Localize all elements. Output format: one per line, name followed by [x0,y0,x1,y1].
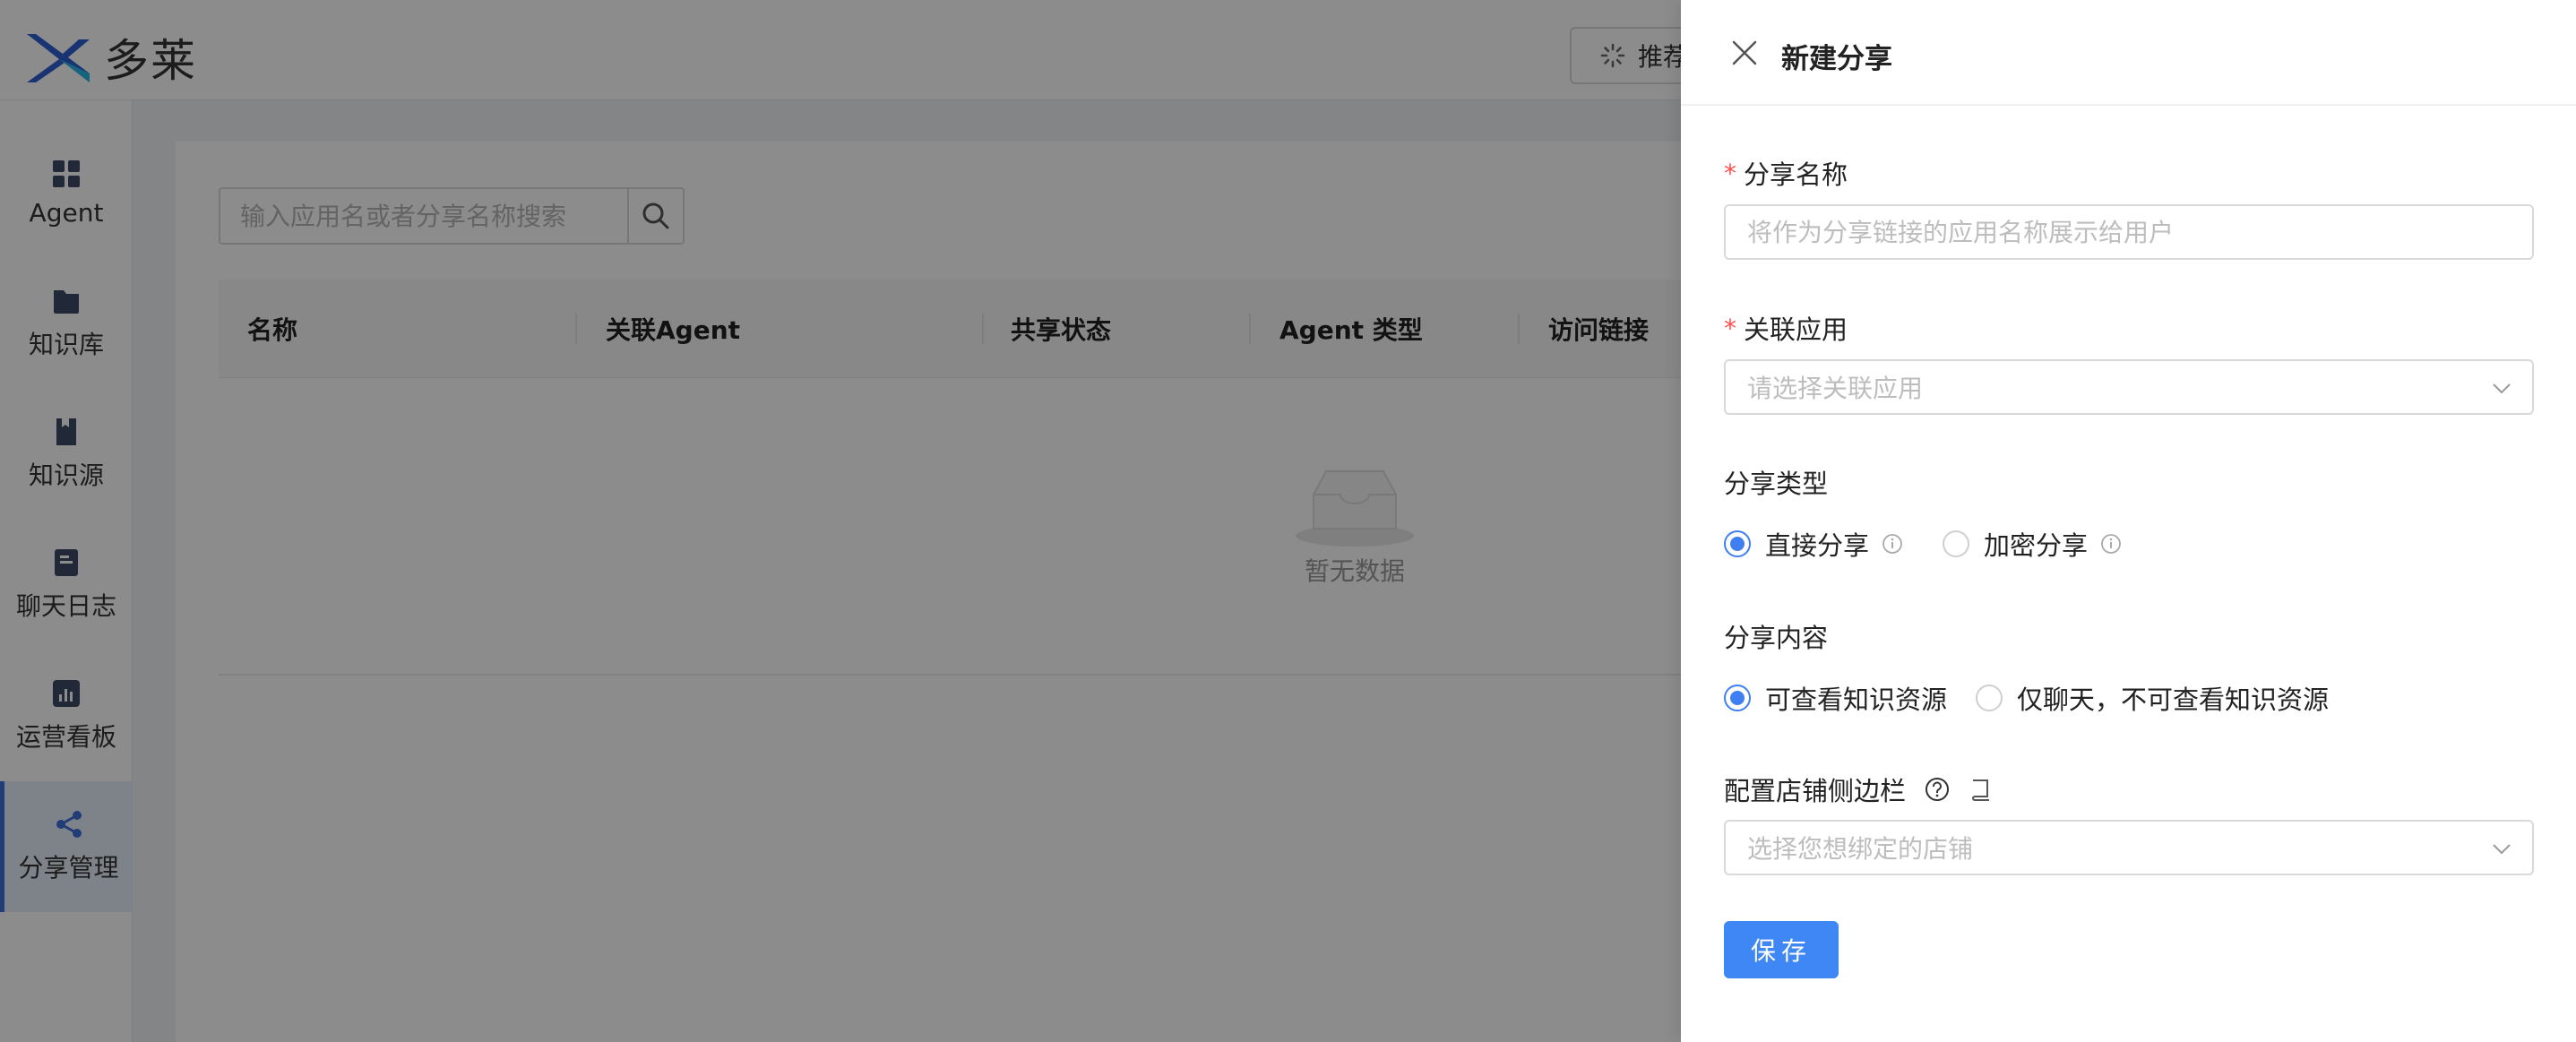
chevron-down-icon [2493,383,2511,394]
radio-view-knowledge[interactable] [1724,685,1751,711]
radio-chat-only[interactable] [1976,685,2003,711]
linked-app-label-row: * 关联应用 [1724,309,1848,347]
close-icon[interactable] [1729,38,1760,68]
share-content-radio-group: 可查看知识资源 仅聊天，不可查看知识资源 [1724,679,2341,717]
share-content-label-row: 分享内容 [1724,617,1828,655]
radio-encrypted-share[interactable] [1943,530,1970,557]
share-name-label: 分享名称 [1744,159,1848,190]
share-name-label-row: * 分享名称 [1724,154,1848,192]
radio-chat-only-label[interactable]: 仅聊天，不可查看知识资源 [2017,679,2329,717]
radio-view-knowledge-label[interactable]: 可查看知识资源 [1765,679,1947,717]
app-root: 多莱 推荐 Agent 知识库 知识源 聊天日志 运营看板 分享管理 输入应用名… [0,0,2576,1042]
linked-app-placeholder: 请选择关联应用 [1747,374,1924,403]
share-content-label: 分享内容 [1724,623,1829,653]
book-icon[interactable] [1970,778,1992,801]
drawer-header: 新建分享 [1681,0,2576,106]
store-select[interactable]: 选择您想绑定的店铺 [1724,820,2534,875]
radio-direct-share-label[interactable]: 直接分享 [1765,525,1869,563]
store-sidebar-label-row: 配置店铺侧边栏 [1724,771,1992,808]
drawer-title: 新建分享 [1781,43,1892,75]
share-type-radio-group: 直接分享 加密分享 [1724,525,2161,563]
question-icon[interactable] [1924,776,1951,803]
required-marker: * [1724,158,1736,188]
chevron-down-icon [2493,844,2511,855]
share-type-label-row: 分享类型 [1724,463,1828,501]
info-icon[interactable] [1882,533,1903,555]
required-marker: * [1724,313,1736,343]
store-sidebar-label: 配置店铺侧边栏 [1724,776,1907,806]
store-select-placeholder: 选择您想绑定的店铺 [1747,834,1974,864]
info-icon[interactable] [2100,533,2122,555]
linked-app-select[interactable]: 请选择关联应用 [1724,359,2534,415]
radio-direct-share[interactable] [1724,530,1751,557]
save-button[interactable]: 保存 [1724,921,1839,978]
new-share-drawer: 新建分享 * 分享名称 * 关联应用 请选择关联应用 分享类型 直接分享 [1681,0,2576,1042]
share-type-label: 分享类型 [1724,469,1829,499]
linked-app-label: 关联应用 [1744,314,1848,345]
share-name-input[interactable] [1724,204,2534,260]
radio-encrypted-share-label[interactable]: 加密分享 [1984,525,2088,563]
